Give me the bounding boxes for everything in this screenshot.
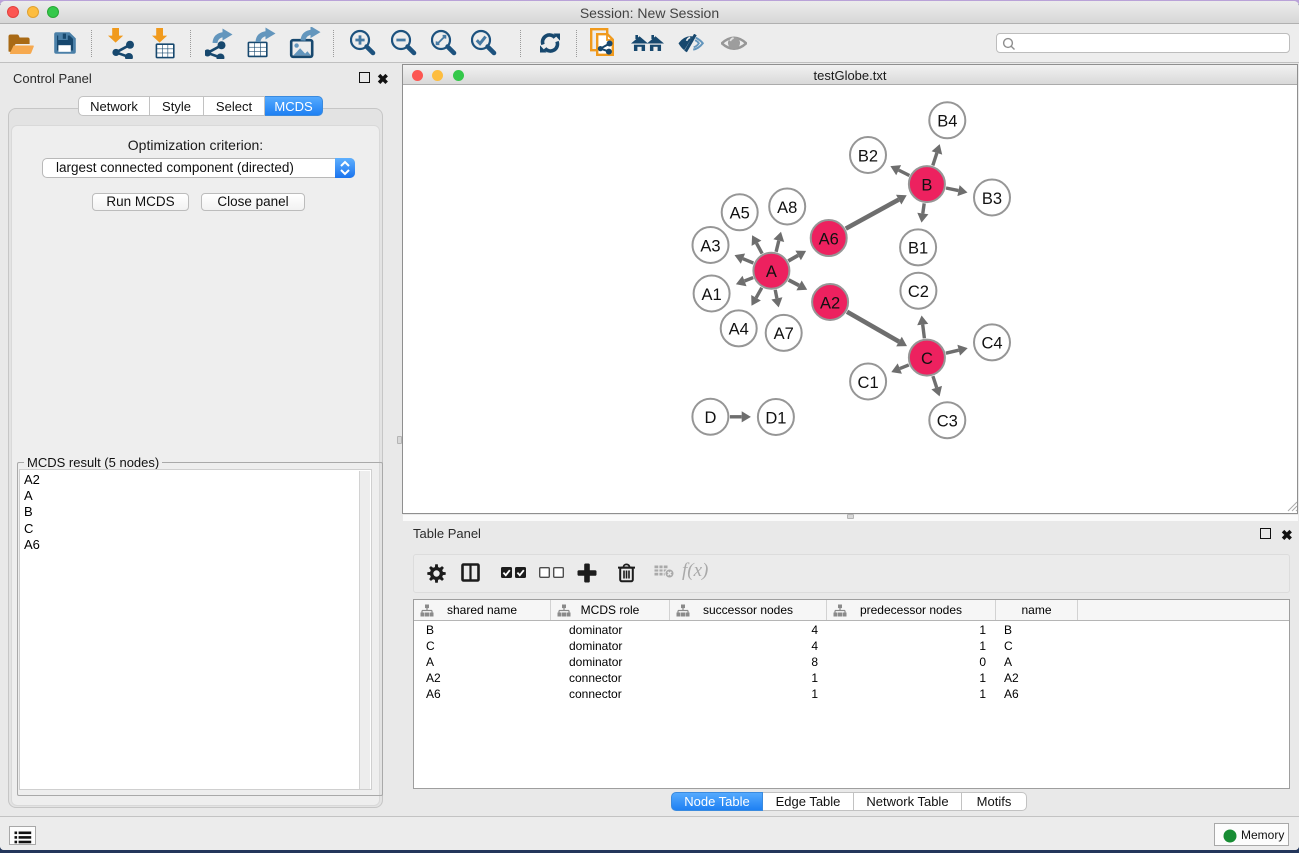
svg-text:D: D bbox=[704, 409, 716, 427]
svg-text:A6: A6 bbox=[819, 230, 839, 248]
svg-text:C1: C1 bbox=[858, 374, 879, 392]
svg-text:C2: C2 bbox=[908, 283, 929, 301]
svg-text:A1: A1 bbox=[702, 286, 722, 304]
svg-text:A7: A7 bbox=[774, 325, 794, 343]
svg-text:A4: A4 bbox=[729, 321, 749, 339]
svg-text:A2: A2 bbox=[820, 294, 840, 312]
svg-text:A8: A8 bbox=[777, 199, 797, 217]
svg-text:D1: D1 bbox=[765, 409, 786, 427]
svg-text:A5: A5 bbox=[730, 205, 750, 223]
svg-text:C3: C3 bbox=[937, 413, 958, 431]
svg-text:B: B bbox=[921, 176, 932, 194]
svg-text:C4: C4 bbox=[981, 335, 1002, 353]
svg-text:B1: B1 bbox=[908, 240, 928, 258]
svg-text:C: C bbox=[921, 350, 933, 368]
svg-text:B4: B4 bbox=[937, 113, 957, 131]
svg-text:B2: B2 bbox=[858, 147, 878, 165]
svg-text:B3: B3 bbox=[982, 190, 1002, 208]
svg-text:A: A bbox=[766, 263, 777, 281]
svg-text:A3: A3 bbox=[700, 237, 720, 255]
